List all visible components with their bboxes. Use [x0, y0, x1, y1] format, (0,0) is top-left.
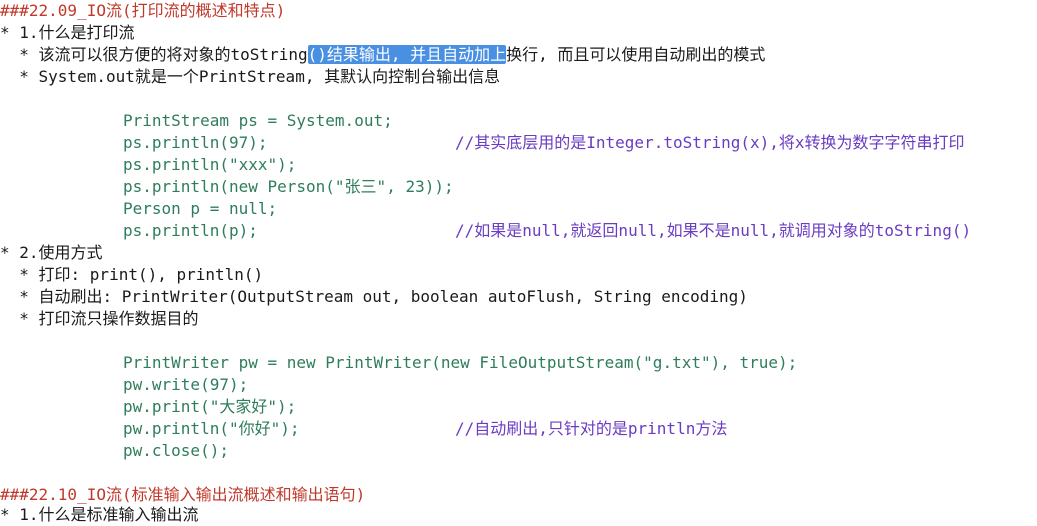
bullet-text: * 打印流只操作数据目的 [0, 309, 199, 328]
section-title: * 1.什么是打印流 [0, 23, 135, 42]
code-line: ps.println(new Person("张三", 23)); [123, 177, 454, 196]
code-line: pw.write(97); [123, 375, 249, 394]
bullet-text-part: 换行, 而且可以使用自动刷出的模式 [506, 45, 766, 64]
code-comment: //如果是null,就返回null,如果不是null,就调用对象的toStrin… [455, 221, 972, 240]
bullet-text: * 打印: print(), println() [0, 265, 264, 284]
code-comment: //其实底层用的是Integer.toString(x),将x转换为数字字符串打… [455, 133, 965, 152]
section-heading: ###22.09_IO流(打印流的概述和特点) [0, 1, 286, 20]
bullet-text: * 该流可以很方便的将对象的toString()结果输出, 并且自动加上换行, … [0, 44, 765, 66]
code-line: ps.println(p); [123, 221, 258, 240]
code-comment: //自动刷出,只针对的是println方法 [455, 419, 728, 438]
section-title: * 1.什么是标准输入输出流 [0, 505, 199, 524]
code-line: ps.println("xxx"); [123, 155, 297, 174]
section-title: * 2.使用方式 [0, 243, 103, 262]
bullet-text: * 自动刷出: PrintWriter(OutputStream out, bo… [0, 287, 748, 306]
text-selection-highlight[interactable]: ()结果输出, 并且自动加上 [307, 45, 507, 64]
bullet-text: * System.out就是一个PrintStream, 其默认向控制台输出信息 [0, 67, 501, 86]
code-line: PrintStream ps = System.out; [123, 111, 393, 130]
code-line: Person p = null; [123, 199, 278, 218]
code-line: pw.close(); [123, 441, 229, 460]
code-line: pw.print("大家好"); [123, 397, 297, 416]
code-line: PrintWriter pw = new PrintWriter(new Fil… [123, 353, 798, 372]
code-line: pw.println("你好"); [123, 419, 300, 438]
section-heading: ###22.10_IO流(标准输入输出流概述和输出语句) [0, 485, 366, 504]
bullet-text-part: * 该流可以很方便的将对象的toString [0, 45, 308, 64]
code-line: ps.println(97); [123, 133, 268, 152]
